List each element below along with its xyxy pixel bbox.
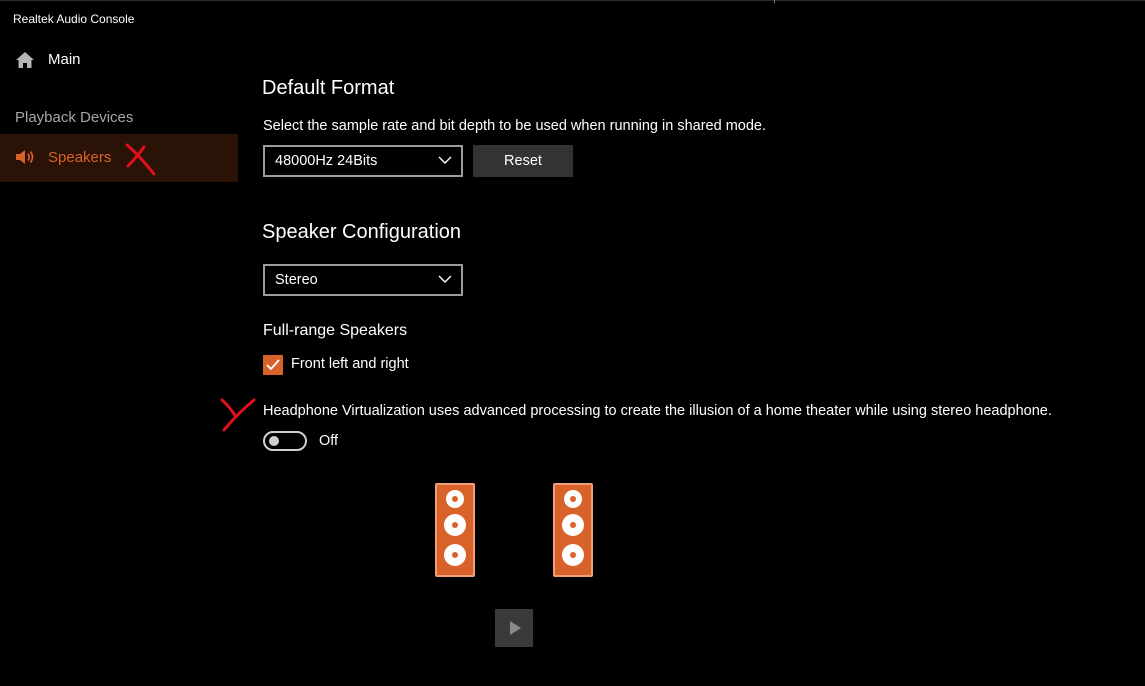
sidebar: Main Playback Devices Speakers [0,36,238,686]
red-x-annotation-headphone [220,398,256,432]
speaker-cones-icon [562,490,584,566]
sidebar-item-speakers[interactable]: Speakers [0,134,238,182]
speaker-configuration-heading: Speaker Configuration [262,221,462,243]
checkmark-icon [266,359,280,371]
window-top-border [0,0,1145,1]
speaker-volume-icon [16,150,34,164]
speaker-cones-icon [444,490,466,566]
toggle-knob [269,436,279,446]
default-format-description: Select the sample rate and bit depth to … [263,118,766,134]
front-left-right-label: Front left and right [291,356,409,372]
front-left-right-checkbox[interactable] [263,355,283,375]
sidebar-item-speakers-label: Speakers [48,149,112,166]
play-icon [510,621,521,635]
title-bar: Realtek Audio Console [0,0,1145,36]
test-play-button[interactable] [495,609,533,647]
chevron-down-icon [438,275,452,283]
sidebar-item-main-label: Main [48,51,81,68]
default-format-value: 48000Hz 24Bits [275,153,378,169]
chevron-down-icon [438,156,452,164]
default-format-select[interactable]: 48000Hz 24Bits [263,145,463,177]
default-format-heading: Default Format [262,77,395,99]
red-x-annotation-speakers [125,143,156,176]
window-edge-mark [774,0,775,3]
full-range-speakers-heading: Full-range Speakers [263,322,408,339]
headphone-virtualization-toggle[interactable] [263,431,307,451]
left-speaker[interactable] [435,483,475,577]
speaker-configuration-select[interactable]: Stereo [263,264,463,296]
app-title: Realtek Audio Console [13,12,135,26]
playback-devices-heading: Playback Devices [15,109,134,126]
reset-button[interactable]: Reset [473,145,573,177]
headphone-virtualization-description: Headphone Virtualization uses advanced p… [263,403,1052,419]
sidebar-item-main[interactable]: Main [0,44,238,76]
home-icon [16,52,34,68]
speaker-configuration-value: Stereo [275,272,318,288]
headphone-virtualization-state: Off [319,433,339,449]
right-speaker[interactable] [553,483,593,577]
